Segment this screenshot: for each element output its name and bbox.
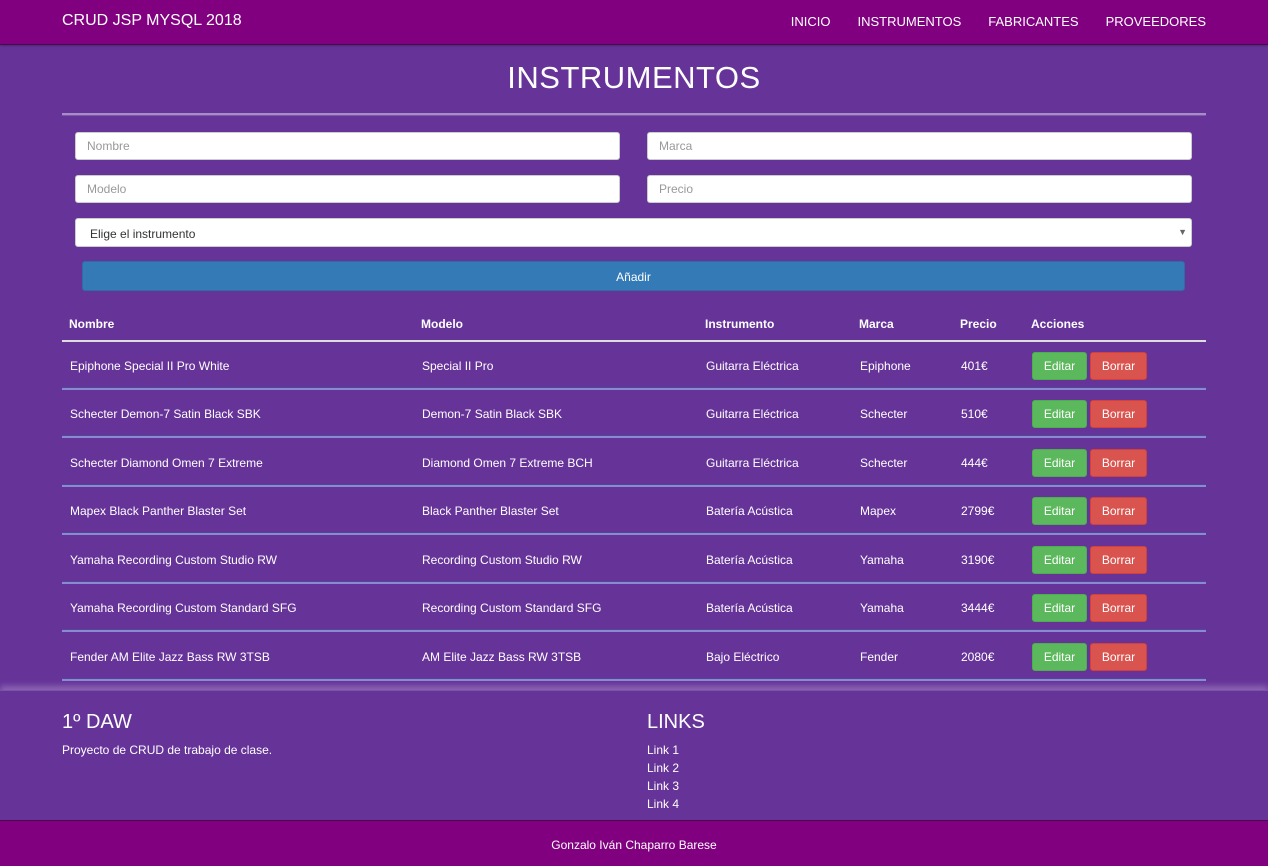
cell-marca: Schecter: [860, 456, 908, 470]
nav-menu: INICIO INSTRUMENTOS FABRICANTES PROVEEDO…: [764, 14, 1206, 29]
cell-modelo: Special II Pro: [422, 359, 494, 373]
delete-button[interactable]: Borrar: [1090, 400, 1147, 428]
cell-instrumento: Batería Acústica: [706, 601, 793, 615]
cell-precio: 3190€: [961, 553, 995, 567]
cell-precio: 510€: [961, 407, 988, 421]
row-divider: [62, 532, 1206, 535]
edit-button[interactable]: Editar: [1032, 449, 1087, 477]
delete-button[interactable]: Borrar: [1090, 497, 1147, 525]
edit-button[interactable]: Editar: [1032, 352, 1087, 380]
cell-precio: 3444€: [961, 601, 995, 615]
page-title: INSTRUMENTOS: [507, 60, 761, 95]
marca-input[interactable]: [647, 132, 1192, 160]
header-instrumento: Instrumento: [705, 317, 775, 331]
cell-marca: Mapex: [860, 504, 897, 518]
footer-link-1[interactable]: Link 1: [647, 743, 679, 761]
cell-marca: Yamaha: [860, 601, 904, 615]
footer-links: Link 1 Link 2 Link 3 Link 4: [647, 743, 679, 815]
edit-button[interactable]: Editar: [1032, 643, 1087, 671]
bottom-bar: Gonzalo Iván Chaparro Barese: [0, 820, 1268, 866]
edit-button[interactable]: Editar: [1032, 497, 1087, 525]
precio-input[interactable]: [647, 175, 1192, 203]
nombre-input[interactable]: [75, 132, 620, 160]
nav-link-inicio[interactable]: INICIO: [791, 14, 831, 29]
header-marca: Marca: [859, 317, 894, 331]
cell-nombre: Epiphone Special II Pro White: [70, 359, 230, 373]
modelo-input[interactable]: [75, 175, 620, 203]
cell-nombre: Schecter Diamond Omen 7 Extreme: [70, 456, 263, 470]
cell-modelo: Demon-7 Satin Black SBK: [422, 407, 563, 421]
header-precio: Precio: [960, 317, 997, 331]
footer-link-3[interactable]: Link 3: [647, 779, 679, 797]
delete-button[interactable]: Borrar: [1090, 449, 1147, 477]
header-acciones: Acciones: [1031, 317, 1085, 331]
cell-precio: 444€: [961, 456, 988, 470]
cell-instrumento: Batería Acústica: [706, 553, 793, 567]
footer-link-2[interactable]: Link 2: [647, 761, 679, 779]
table-row: Schecter Diamond Omen 7 Extreme Diamond …: [62, 439, 1206, 487]
table-row: Fender AM Elite Jazz Bass RW 3TSB AM Eli…: [62, 633, 1206, 681]
instrument-select[interactable]: Elige el instrumento ▼: [75, 218, 1192, 247]
row-divider: [62, 435, 1206, 438]
cell-marca: Schecter: [860, 407, 908, 421]
cell-precio: 401€: [961, 359, 988, 373]
instrument-select-value: Elige el instrumento: [90, 227, 196, 241]
cell-modelo: Diamond Omen 7 Extreme BCH: [422, 456, 593, 470]
cell-modelo: Recording Custom Studio RW: [422, 553, 582, 567]
footer-left-title: 1º DAW: [62, 711, 132, 733]
table-row: Mapex Black Panther Blaster Set Black Pa…: [62, 487, 1206, 535]
table-row: Epiphone Special II Pro White Special II…: [62, 342, 1206, 390]
cell-marca: Epiphone: [860, 359, 911, 373]
edit-button[interactable]: Editar: [1032, 546, 1087, 574]
cell-modelo: Black Panther Blaster Set: [422, 504, 559, 518]
cell-instrumento: Guitarra Eléctrica: [706, 359, 799, 373]
footer: 1º DAW Proyecto de CRUD de trabajo de cl…: [0, 690, 1268, 822]
cell-instrumento: Bajo Eléctrico: [706, 650, 780, 664]
cell-marca: Yamaha: [860, 553, 904, 567]
delete-button[interactable]: Borrar: [1090, 352, 1147, 380]
cell-precio: 2799€: [961, 504, 995, 518]
table-row: Schecter Demon-7 Satin Black SBK Demon-7…: [62, 390, 1206, 438]
footer-description: Proyecto de CRUD de trabajo de clase.: [62, 743, 273, 757]
cell-precio: 2080€: [961, 650, 995, 664]
cell-instrumento: Guitarra Eléctrica: [706, 456, 799, 470]
delete-button[interactable]: Borrar: [1090, 594, 1147, 622]
cell-marca: Fender: [860, 650, 899, 664]
table-row: Yamaha Recording Custom Studio RW Record…: [62, 536, 1206, 584]
cell-instrumento: Batería Acústica: [706, 504, 793, 518]
add-button[interactable]: Añadir: [82, 261, 1185, 291]
brand-link[interactable]: CRUD JSP MYSQL 2018: [62, 12, 242, 30]
cell-nombre: Yamaha Recording Custom Standard SFG: [70, 601, 297, 615]
header-nombre: Nombre: [69, 317, 115, 331]
navbar: CRUD JSP MYSQL 2018 INICIO INSTRUMENTOS …: [0, 0, 1268, 45]
edit-button[interactable]: Editar: [1032, 400, 1087, 428]
footer-links-title: LINKS: [647, 711, 705, 733]
cell-instrumento: Guitarra Eléctrica: [706, 407, 799, 421]
author-credit: Gonzalo Iván Chaparro Barese: [551, 838, 717, 852]
cell-nombre: Yamaha Recording Custom Studio RW: [70, 553, 277, 567]
delete-button[interactable]: Borrar: [1090, 643, 1147, 671]
edit-button[interactable]: Editar: [1032, 594, 1087, 622]
table-row: Yamaha Recording Custom Standard SFG Rec…: [62, 584, 1206, 632]
nav-link-instrumentos[interactable]: INSTRUMENTOS: [858, 14, 962, 29]
cell-nombre: Mapex Black Panther Blaster Set: [70, 504, 247, 518]
footer-link-4[interactable]: Link 4: [647, 797, 679, 815]
nav-link-proveedores[interactable]: PROVEEDORES: [1106, 14, 1206, 29]
cell-modelo: AM Elite Jazz Bass RW 3TSB: [422, 650, 582, 664]
title-divider: [62, 113, 1206, 116]
cell-nombre: Schecter Demon-7 Satin Black SBK: [70, 407, 261, 421]
header-modelo: Modelo: [421, 317, 463, 331]
cell-nombre: Fender AM Elite Jazz Bass RW 3TSB: [70, 650, 270, 664]
nav-link-fabricantes[interactable]: FABRICANTES: [988, 14, 1078, 29]
chevron-down-icon: ▼: [1178, 227, 1187, 237]
cell-modelo: Recording Custom Standard SFG: [422, 601, 602, 615]
row-divider: [62, 629, 1206, 632]
delete-button[interactable]: Borrar: [1090, 546, 1147, 574]
